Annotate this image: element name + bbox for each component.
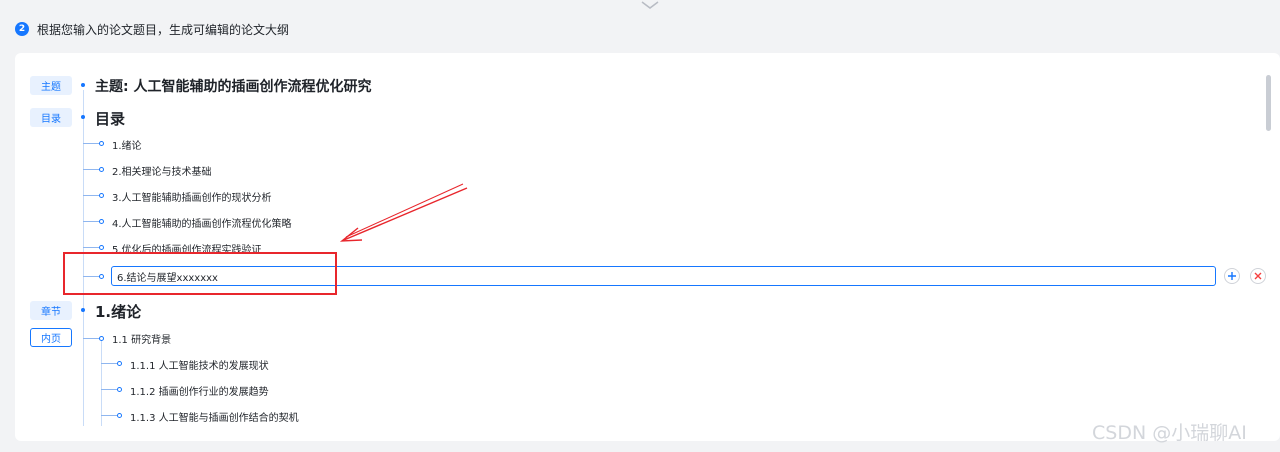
toc-node [81,115,85,119]
item-node [117,361,122,366]
item-node [99,167,104,172]
step-header: 2 根据您输入的论文题目，生成可编辑的论文大纲 [15,20,289,38]
item-node [99,141,104,146]
step-description: 根据您输入的论文题目，生成可编辑的论文大纲 [37,22,290,37]
toc-item-2[interactable]: 2.相关理论与技术基础 [112,163,212,178]
branch-line [101,363,117,364]
tag-topic[interactable]: 主题 [30,76,72,95]
item-node [99,336,104,341]
tag-chapter[interactable]: 章节 [30,301,72,320]
chapter-node [81,308,85,312]
annotation-arrow-icon [339,183,468,242]
tag-inner-page[interactable]: 内页 [30,328,72,347]
item-node [99,219,104,224]
section-item[interactable]: 1.1 研究背景 [112,331,171,346]
chapter-title[interactable]: 1.绪论 [95,301,141,322]
item-node [99,193,104,198]
branch-line [83,169,99,170]
toc-item-3[interactable]: 3.人工智能辅助插画创作的现状分析 [112,189,272,204]
branch-line [83,338,99,339]
toc-item-1[interactable]: 1.绪论 [112,137,142,152]
item-node [99,245,104,250]
branch-line [101,389,117,390]
branch-line [83,221,99,222]
branch-line [83,143,99,144]
toc-title[interactable]: 目录 [95,108,125,129]
subsection-item-3[interactable]: 1.1.3 人工智能与插画创作结合的契机 [130,409,299,424]
toc-item-4[interactable]: 4.人工智能辅助的插画创作流程优化策略 [112,215,292,230]
subsection-item-1[interactable]: 1.1.1 人工智能技术的发展现状 [130,357,269,372]
tag-toc[interactable]: 目录 [30,108,72,127]
item-node [117,387,122,392]
subsection-item-2[interactable]: 1.1.2 插画创作行业的发展趋势 [130,383,269,398]
close-circle-icon[interactable] [1250,268,1266,284]
branch-line [83,247,99,248]
step-number-badge: 2 [15,22,29,36]
annotation-highlight-box [63,252,337,295]
plus-circle-icon[interactable] [1224,268,1240,284]
topic-node [81,83,85,87]
tree-line-section [101,340,102,426]
item-node [117,413,122,418]
scrollbar[interactable] [1266,75,1271,131]
chevron-down-icon[interactable] [640,0,660,10]
branch-line [101,415,117,416]
branch-line [83,195,99,196]
topic-title[interactable]: 主题: 人工智能辅助的插画创作流程优化研究 [95,76,371,96]
watermark: CSDN @小瑞聊AI [1092,422,1247,444]
